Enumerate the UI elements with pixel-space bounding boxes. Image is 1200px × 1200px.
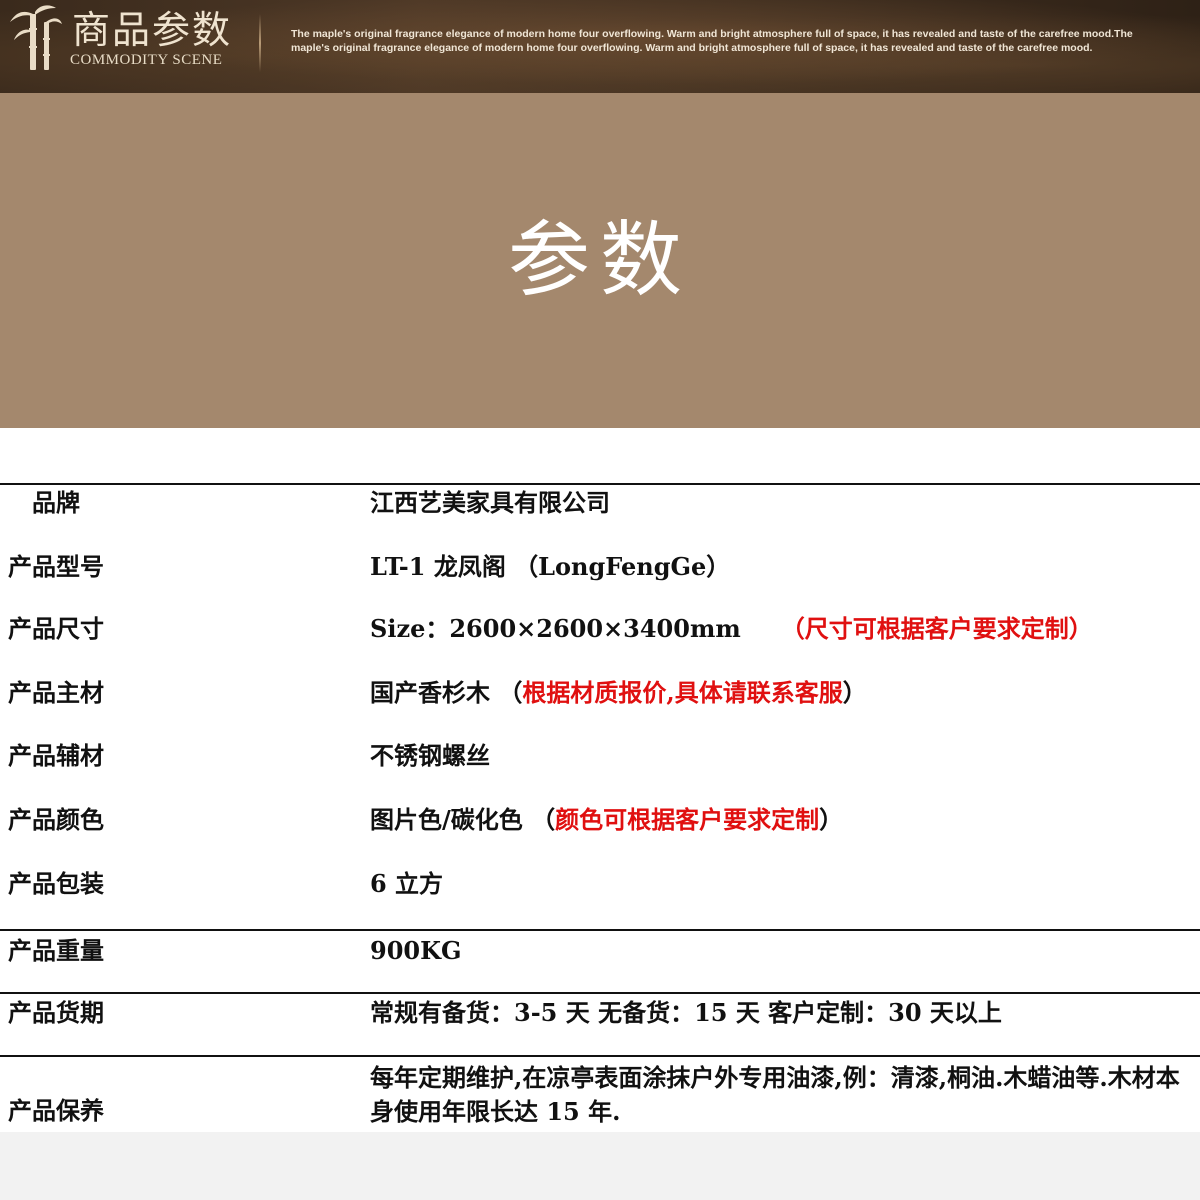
- size-value-text: Size：2600×2600×3400mm: [370, 614, 741, 643]
- param-value-brand: 江西艺美家具有限公司: [370, 488, 610, 517]
- param-label-auxiliary: 产品辅材: [8, 741, 104, 770]
- param-label-maintenance: 产品保养: [8, 1096, 104, 1125]
- param-label-delivery: 产品货期: [8, 998, 104, 1027]
- param-label-weight: 产品重量: [8, 936, 104, 965]
- top-banner: 商品参数 COMMODITY SCENE The maple's origina…: [0, 0, 1200, 93]
- param-label-brand: 品牌: [32, 488, 80, 517]
- param-label-package: 产品包装: [8, 869, 104, 898]
- color-value-text: 图片色/碳化色 （: [370, 805, 556, 834]
- table-rule: [0, 929, 1200, 931]
- color-value-tail: ）: [819, 805, 844, 834]
- param-value-material: 国产香杉木 （根据材质报价,具体请联系客服）: [370, 678, 867, 708]
- table-rule: [0, 992, 1200, 994]
- material-value-text: 国产香杉木 （: [370, 678, 523, 707]
- size-note: （尺寸可根据客户要求定制）: [780, 614, 1093, 643]
- param-value-model: LT-1 龙凤阁 （LongFengGe）: [370, 552, 731, 581]
- heading-band: 参数: [0, 93, 1200, 428]
- param-value-auxiliary: 不锈钢螺丝: [370, 741, 490, 770]
- table-rule: [0, 483, 1200, 485]
- param-label-material: 产品主材: [8, 678, 104, 707]
- param-value-delivery: 常规有备货：3-5 天 无备货：15 天 客户定制：30 天以上: [370, 998, 1002, 1027]
- bottom-margin: [0, 1132, 1200, 1200]
- banner-subtitle: COMMODITY SCENE: [70, 52, 223, 68]
- section-heading: 参数: [507, 213, 692, 308]
- param-value-weight: 900KG: [370, 936, 462, 965]
- param-label-model: 产品型号: [8, 552, 104, 581]
- banner-description: The maple's original fragrance elegance …: [291, 28, 1133, 54]
- bamboo-icon: [10, 5, 62, 70]
- param-label-color: 产品颜色: [8, 805, 104, 834]
- param-value-color: 图片色/碳化色 （颜色可根据客户要求定制）: [370, 805, 843, 835]
- param-value-maintenance: 每年定期维护,在凉亭表面涂抹户外专用油漆,例：清漆,桐油.木蜡油等.木材本身使用…: [370, 1063, 1180, 1126]
- param-value-package: 6 立方: [370, 869, 444, 898]
- material-note: 根据材质报价,具体请联系客服: [522, 678, 843, 707]
- banner-title: 商品参数: [72, 8, 233, 52]
- param-value-size: Size：2600×2600×3400mm （尺寸可根据客户要求定制）: [370, 614, 1093, 644]
- color-note: 颜色可根据客户要求定制: [555, 805, 820, 834]
- table-rule: [0, 1055, 1200, 1057]
- param-label-size: 产品尺寸: [8, 614, 104, 643]
- banner-divider: [259, 14, 261, 72]
- material-value-tail: ）: [842, 678, 867, 707]
- parameter-table: 品牌 江西艺美家具有限公司 产品型号 LT-1 龙凤阁 （LongFengGe）…: [0, 428, 1200, 1132]
